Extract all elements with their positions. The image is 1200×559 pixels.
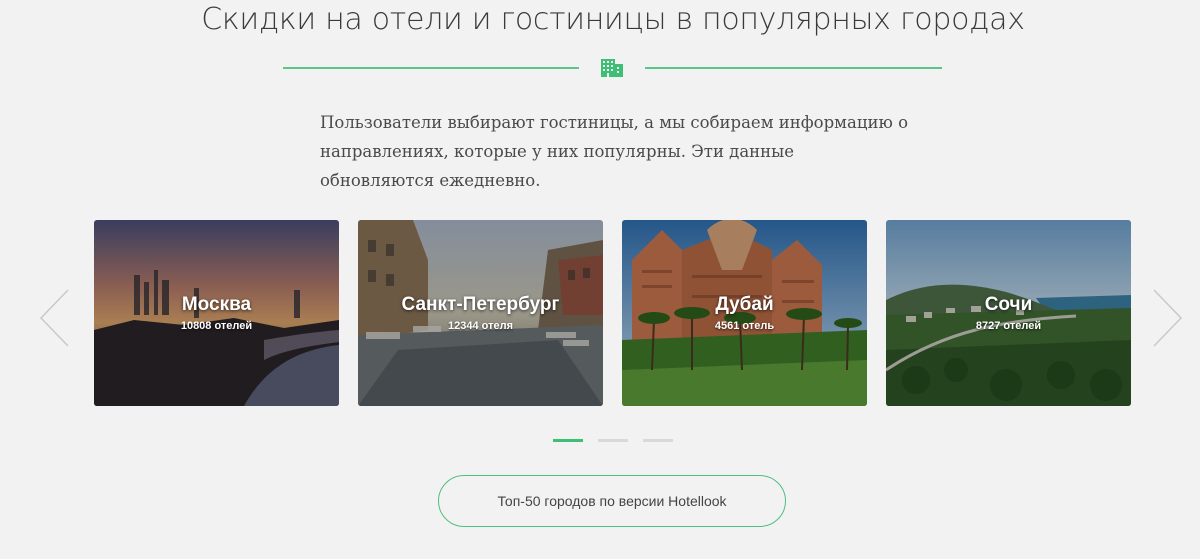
pagination-dot-3[interactable]	[643, 439, 673, 442]
pagination-dot-1[interactable]	[553, 439, 583, 442]
city-card-dubai[interactable]: Дубай 4561 отель	[622, 220, 867, 406]
hotel-count: 8727 отелей	[975, 320, 1042, 332]
top-50-cities-button[interactable]: Топ-50 городов по версии Hotellook	[438, 475, 786, 527]
hotel-count: 12344 отеля	[447, 320, 513, 332]
city-card-sochi[interactable]: Сочи 8727 отелей	[886, 220, 1131, 406]
city-name: Санкт-Петербург	[401, 294, 560, 315]
section-description: Пользователи выбирают гостиницы, а мы со…	[320, 113, 908, 190]
section-title: Скидки на отели и гостиницы в популярных…	[201, 2, 1025, 37]
hotel-count: 10808 отелей	[180, 320, 253, 332]
divider-line-right	[645, 67, 942, 69]
chevron-right-icon[interactable]	[1152, 288, 1184, 348]
hotel-count: 4561 отель	[714, 320, 775, 332]
divider-line-left	[283, 67, 579, 69]
pagination-dot-2[interactable]	[598, 439, 628, 442]
city-name: Дубай	[715, 294, 774, 315]
city-name: Москва	[181, 294, 252, 315]
city-card-saint-petersburg[interactable]: Санкт-Петербург 12344 отеля	[358, 220, 603, 406]
hotel-building-icon	[601, 59, 623, 77]
city-card-moscow[interactable]: Москва 10808 отелей	[94, 220, 339, 406]
city-name: Сочи	[984, 294, 1033, 315]
chevron-left-icon[interactable]	[38, 288, 70, 348]
